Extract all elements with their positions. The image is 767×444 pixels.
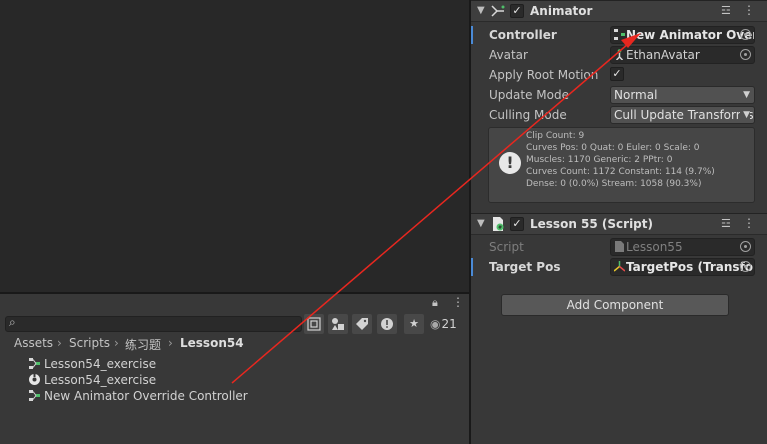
culling-mode-dropdown[interactable]: Cull Update Transforms ▼ — [610, 106, 755, 124]
scene-view[interactable] — [0, 0, 469, 292]
object-picker-icon — [740, 241, 751, 252]
search-icon: ⌕ — [9, 315, 16, 329]
add-component-button[interactable]: Add Component — [501, 294, 729, 316]
apply-root-motion-label: Apply Root Motion — [489, 68, 599, 82]
transform-icon — [614, 261, 625, 272]
script-component-header[interactable]: ▼ # ✓ Lesson 55 (Script) ☲ ⋮ — [471, 213, 767, 235]
breadcrumb: Assets › Scripts › 练习题 › Lesson54 — [0, 336, 469, 354]
update-mode-dropdown[interactable]: Normal ▼ — [610, 86, 755, 104]
controller-field[interactable]: New Animator Override Controller — [610, 26, 755, 44]
breadcrumb-item-current[interactable]: Lesson54 — [180, 336, 244, 350]
target-pos-field[interactable]: TargetPos (Transform) — [610, 258, 755, 276]
script-value: Lesson55 — [626, 240, 683, 254]
controller-value: New Animator Override Controller — [626, 28, 755, 42]
breadcrumb-separator-icon: › — [57, 336, 62, 350]
presets-icon[interactable]: ☲ — [721, 4, 731, 17]
kebab-menu-icon[interactable]: ⋮ — [743, 3, 755, 17]
culling-mode-label: Culling Mode — [489, 108, 567, 122]
breadcrumb-item[interactable]: Scripts — [69, 336, 110, 350]
csharp-script-icon: # — [491, 217, 505, 231]
file-name: Lesson54_exercise — [44, 357, 157, 371]
animator-icon — [491, 4, 505, 18]
override-indicator — [471, 26, 473, 44]
eye-icon: ◉ — [430, 317, 441, 331]
breadcrumb-item[interactable]: Assets — [14, 336, 53, 350]
controller-label: Controller — [489, 28, 557, 42]
avatar-icon — [615, 49, 624, 60]
object-picker-icon[interactable] — [740, 29, 751, 40]
filter-by-label-icon[interactable] — [352, 314, 372, 334]
kebab-menu-icon[interactable]: ⋮ — [452, 295, 464, 309]
breadcrumb-item[interactable]: 练习题 — [125, 336, 161, 353]
script-field: Lesson55 — [610, 238, 755, 256]
animator-override-controller-icon — [28, 389, 41, 402]
animator-controller-icon — [28, 357, 41, 370]
info-line: Dense: 0 (0.0%) Stream: 1058 (90.3%) — [526, 179, 702, 189]
csharp-script-icon — [615, 241, 624, 252]
file-name: New Animator Override Controller — [44, 389, 248, 403]
info-line: Clip Count: 9 — [526, 131, 585, 141]
file-name: Lesson54_exercise — [44, 373, 157, 387]
script-enabled-checkbox[interactable]: ✓ — [510, 217, 524, 231]
inspector-panel: ▼ ✓ Animator ☲ ⋮ Controller New Animator… — [471, 0, 767, 444]
project-panel: 🔒︎ ⋮ ⌕ ★ ◉21 Assets › Scripts › 练习题 › Le… — [0, 294, 469, 444]
script-label: Script — [489, 240, 524, 254]
avatar-field[interactable]: EthanAvatar — [610, 46, 755, 64]
hidden-packages-count[interactable]: ◉21 — [430, 317, 457, 331]
foldout-arrow-icon[interactable]: ▼ — [477, 5, 485, 16]
svg-text:#: # — [498, 225, 502, 231]
info-lines: Clip Count: 9 Curves Pos: 0 Quat: 0 Eule… — [526, 130, 715, 190]
update-mode-label: Update Mode — [489, 88, 569, 102]
kebab-menu-icon[interactable]: ⋮ — [743, 216, 755, 230]
dropdown-arrow-icon: ▼ — [740, 87, 750, 103]
lock-icon[interactable]: 🔒︎ — [432, 296, 438, 310]
project-panel-header: 🔒︎ ⋮ — [0, 294, 469, 312]
component-title: Animator — [530, 4, 593, 18]
object-picker-icon[interactable] — [740, 261, 751, 272]
filter-by-type-icon[interactable] — [328, 314, 348, 334]
apply-root-motion-checkbox[interactable]: ✓ — [610, 67, 624, 81]
animator-info-box: ! Clip Count: 9 Curves Pos: 0 Quat: 0 Eu… — [488, 127, 755, 203]
target-pos-value: TargetPos (Transform) — [626, 260, 754, 274]
info-line: Curves Pos: 0 Quat: 0 Euler: 0 Scale: 0 — [526, 143, 700, 153]
info-line: Curves Count: 1172 Constant: 114 (9.7%) — [526, 167, 715, 177]
presets-icon[interactable]: ☲ — [721, 217, 731, 230]
override-indicator — [471, 258, 473, 276]
component-title: Lesson 55 (Script) — [530, 217, 653, 231]
culling-mode-value: Cull Update Transforms — [614, 108, 754, 122]
avatar-label: Avatar — [489, 48, 528, 62]
info-exclamation-icon: ! — [499, 152, 521, 174]
breadcrumb-separator-icon: › — [168, 336, 173, 350]
breadcrumb-separator-icon: › — [114, 336, 119, 350]
object-picker-icon[interactable] — [740, 49, 751, 60]
list-item[interactable]: Lesson54_exercise — [28, 373, 156, 389]
filter-by-log-icon[interactable] — [377, 314, 397, 334]
prefab-icon — [28, 373, 41, 386]
animator-override-controller-icon — [614, 29, 625, 40]
project-toolbar: ⌕ ★ ◉21 — [0, 313, 469, 335]
foldout-arrow-icon[interactable]: ▼ — [477, 218, 485, 229]
dropdown-arrow-icon: ▼ — [740, 107, 750, 123]
avatar-value: EthanAvatar — [626, 48, 700, 62]
animator-component-header[interactable]: ▼ ✓ Animator ☲ ⋮ — [471, 0, 767, 22]
favorites-star-icon[interactable]: ★ — [404, 314, 424, 334]
search-by-type-icon[interactable] — [304, 314, 324, 334]
list-item[interactable]: Lesson54_exercise — [28, 357, 156, 373]
update-mode-value: Normal — [614, 88, 658, 102]
animator-enabled-checkbox[interactable]: ✓ — [510, 4, 524, 18]
list-item[interactable]: New Animator Override Controller — [28, 389, 248, 405]
search-input[interactable]: ⌕ — [5, 315, 302, 332]
info-line: Muscles: 1170 Generic: 2 PPtr: 0 — [526, 155, 673, 165]
target-pos-label: Target Pos — [489, 260, 561, 274]
